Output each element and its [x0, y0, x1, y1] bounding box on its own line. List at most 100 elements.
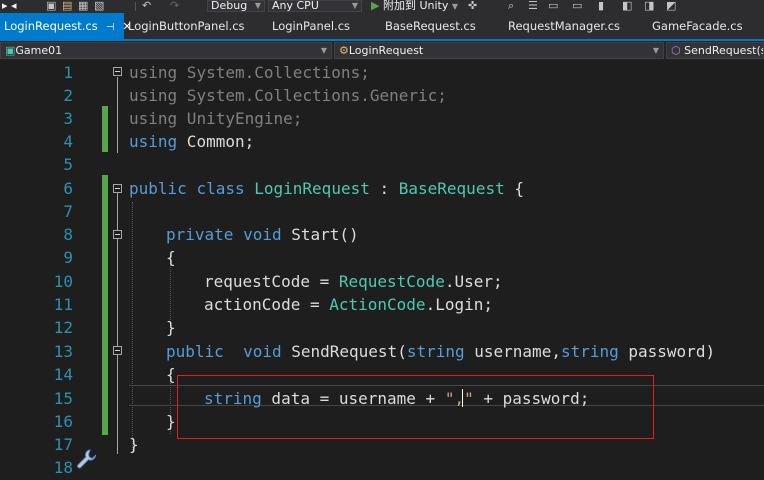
code-line: 6 public class LoginRequest : BaseReques… [0, 177, 764, 200]
code-token: : [369, 179, 399, 198]
save-all-icon[interactable]: ▧ [94, 0, 104, 12]
member-dropdown-value: SendRequest(str [684, 44, 763, 57]
code-line: 2 using System.Collections.Generic; [0, 84, 764, 107]
next-bookmark-icon[interactable]: ◨ [644, 0, 654, 12]
platform-select[interactable]: Any CPU ▼ [268, 0, 362, 12]
line-number: 16 [53, 412, 73, 431]
keyword: using [129, 86, 178, 105]
code-token: .User; [444, 272, 503, 291]
line-number: 2 [63, 86, 73, 105]
line-number: 10 [53, 272, 73, 291]
keyword: using [129, 63, 178, 82]
uncomment-icon[interactable]: ▭ [572, 0, 582, 12]
quick-actions-wrench-icon[interactable] [75, 448, 97, 470]
code-token: System.Collections; [177, 63, 370, 82]
config-select-value: Debug [211, 0, 248, 12]
tab-base-request[interactable]: BaseRequest.cs [381, 13, 481, 39]
code-token: UnityEngine; [177, 109, 303, 128]
platform-select-value: Any CPU [272, 0, 319, 12]
code-token: requestCode = [204, 272, 339, 291]
tab-login-request[interactable]: LoginRequest.cs ⊣ ✕ [0, 13, 132, 39]
code-text: public class LoginRequest : BaseRequest … [129, 177, 524, 200]
chevron-down-icon: ▼ [320, 46, 327, 55]
code-text: using UnityEngine; [129, 107, 302, 130]
clear-bookmarks-icon[interactable]: ◩ [666, 0, 676, 12]
type-name: LoginRequest [254, 179, 370, 198]
project-dropdown[interactable]: ▣Game01 ▼ [0, 42, 332, 59]
parameter: username, [464, 342, 561, 361]
attach-to-unity-label: 附加到 Unity [382, 0, 449, 12]
code-text: public void SendRequest(string username,… [166, 340, 715, 363]
keyword: string [406, 342, 465, 361]
line-number: 12 [53, 318, 73, 337]
keyword: using [129, 132, 178, 151]
tab-login-button-panel[interactable]: LoginButtonPanel.cs [124, 13, 252, 39]
chevron-down-icon: ▼ [652, 46, 659, 55]
comment-icon[interactable]: ▭ [548, 0, 558, 12]
code-text: using System.Collections; [129, 61, 370, 84]
code-text: actionCode = ActionCode.Login; [204, 293, 493, 316]
keyword: void [243, 225, 282, 244]
tab-request-manager[interactable]: RequestManager.cs [504, 13, 634, 39]
chevron-down-icon: ▼ [451, 2, 459, 11]
navigation-bar: ▣Game01 ▼ ⚙LoginRequest ▼ ⬡ SendRequest(st… [0, 41, 764, 60]
keyword: public [166, 342, 224, 361]
line-number: 3 [63, 109, 73, 128]
attach-to-unity-button[interactable]: ▶ 附加到 Unity ▼ [371, 0, 458, 13]
method-name: SendRequest( [281, 342, 407, 361]
method-name: Start() [281, 225, 359, 244]
undo-icon[interactable]: ↶ [142, 0, 151, 12]
tab-label: GameFacade.cs [652, 19, 743, 33]
code-text: using System.Collections.Generic; [129, 84, 447, 107]
line-number: 8 [63, 225, 73, 244]
format-icon[interactable]: ☰ [528, 0, 538, 12]
code-text: } [166, 412, 176, 431]
code-line: 8 private void Start() [0, 223, 764, 246]
keyword: void [243, 342, 282, 361]
code-token: actionCode = [204, 295, 330, 314]
tab-label: LoginButtonPanel.cs [128, 19, 245, 33]
tab-login-panel[interactable]: LoginPanel.cs [268, 13, 368, 39]
navigate-back-icon[interactable]: ▸ ◂ [2, 0, 17, 12]
keyword: class [196, 179, 245, 198]
line-number: 6 [63, 179, 73, 198]
keyword: using [129, 109, 178, 128]
keyword: private [166, 225, 234, 244]
prev-bookmark-icon[interactable]: ◧ [622, 0, 632, 12]
chevron-down-icon: ▼ [351, 1, 358, 10]
code-line: 5 [0, 153, 764, 176]
code-line: 18 [0, 456, 764, 479]
find-icon[interactable]: ⌕ [508, 0, 514, 12]
new-project-icon[interactable]: ▣ [46, 0, 56, 12]
pin-icon[interactable]: ⊣ [106, 22, 115, 33]
document-tabs: LoginRequest.cs ⊣ ✕ LoginButtonPanel.cs Lo… [0, 13, 764, 41]
parameter: password) [618, 342, 716, 361]
line-number: 13 [53, 342, 73, 361]
tab-game-facade[interactable]: GameFacade.cs [648, 13, 764, 39]
line-number: 11 [53, 295, 73, 314]
line-number: 1 [63, 63, 73, 82]
type-name: RequestCode [338, 272, 445, 291]
bookmark-icon[interactable]: ▮ [598, 0, 604, 12]
code-line: 7 [0, 200, 764, 223]
save-icon[interactable]: ▦ [78, 0, 88, 12]
project-icon: ▣ [5, 44, 16, 57]
code-token: { [504, 179, 524, 198]
code-line: 9 { [0, 246, 764, 269]
member-dropdown[interactable]: ⬡ SendRequest(str [666, 42, 764, 59]
tab-label: LoginRequest.cs [4, 19, 98, 33]
code-text: using Common; [129, 130, 254, 153]
open-folder-icon[interactable]: ▤ [62, 0, 72, 12]
project-dropdown-value: Game01 [15, 44, 63, 57]
tab-label: BaseRequest.cs [385, 19, 476, 33]
class-dropdown[interactable]: ⚙LoginRequest ▼ [334, 42, 664, 59]
type-name: BaseRequest [398, 179, 505, 198]
code-text: } [129, 435, 139, 454]
config-select[interactable]: Debug ▼ [207, 0, 265, 12]
highlight-annotation-box [177, 375, 654, 439]
toolbar-separator [135, 2, 136, 11]
code-token: Common; [177, 132, 255, 151]
debug-tool-icon[interactable]: ✜ [468, 0, 477, 12]
method-icon: ⬡ [671, 44, 681, 57]
redo-icon[interactable]: ↷ [170, 0, 179, 12]
